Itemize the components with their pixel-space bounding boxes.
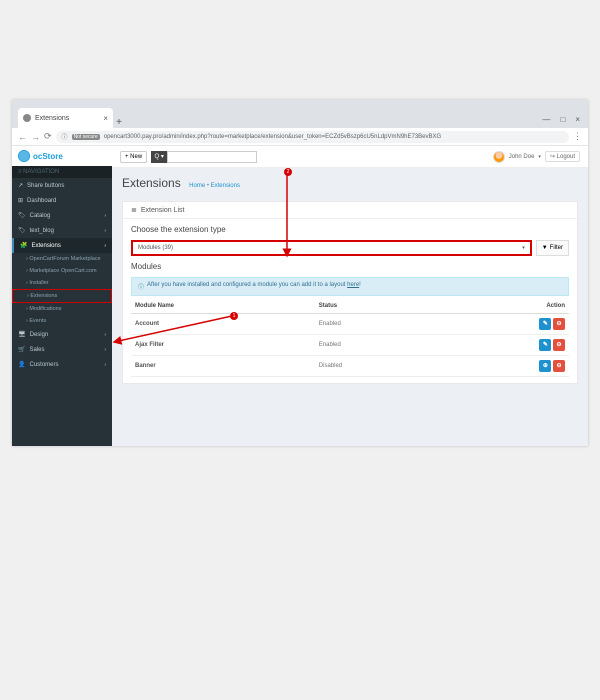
breadcrumb: Home • Extensions [189,183,240,189]
tab-title: Extensions [35,115,69,122]
chevron-right-icon: › [104,228,106,234]
sidebar-item-dashboard[interactable]: ⊞Dashboard [12,193,112,208]
sidebar-sub-marketplace[interactable]: › Marketplace OpenCart.com [12,265,112,277]
sidebar: ocStore ≡ NAVIGATION ↗Share buttons ⊞Das… [12,146,112,446]
info-icon: ⓘ [138,282,144,291]
page-title: Extensions [122,176,181,190]
tag-icon: 🏷 [18,212,26,219]
forward-icon[interactable]: → [31,132,40,142]
window-close-icon[interactable]: × [575,115,580,124]
choose-type-label: Choose the extension type [131,225,569,234]
table-row: Account Enabled ✎ ⊖ [131,314,569,335]
new-button[interactable]: + New [120,151,147,163]
back-icon[interactable]: ← [18,132,27,142]
close-tab-icon[interactable]: × [103,114,108,123]
sidebar-item-design[interactable]: 🖥Design› [12,327,112,342]
table-row: Ajax Filter Enabled ✎ ⊖ [131,335,569,356]
sidebar-item-extensions[interactable]: 🧩Extensions› [12,238,112,253]
sidebar-item-textblog[interactable]: 🏷text_blog› [12,223,112,238]
annotation-step-1: 1 [230,312,238,320]
annotation-step-2: 2 [284,168,292,176]
info-alert: ⓘ After you have installed and configure… [131,277,569,296]
avatar[interactable] [493,151,505,163]
page-header: Extensions Home • Extensions [112,168,588,198]
delete-button[interactable]: ⊖ [553,339,565,351]
sidebar-sub-ocf-marketplace[interactable]: › OpenCartForum Marketplace [12,253,112,265]
browser-address-bar: ← → ⟳ ⓘ Not secure opencart3000.pay.pro/… [12,128,588,146]
chevron-right-icon: › [104,332,106,338]
panel-header: ≣ Extension List [123,202,577,219]
filter-icon: ▼ [542,245,548,251]
list-icon: ≣ [131,206,137,214]
browser-tab-bar: Extensions × + — □ × [12,100,588,128]
browser-tab[interactable]: Extensions × [18,108,113,128]
user-icon: 👤 [18,361,25,368]
logo-icon [18,150,30,162]
chevron-down-icon[interactable]: ▾ [538,154,541,160]
modules-heading: Modules [131,262,569,271]
puzzle-icon: 🧩 [20,242,27,249]
nav-header: ≡ NAVIGATION [12,166,112,178]
chevron-right-icon: › [104,362,106,368]
favicon [23,114,31,122]
tag-icon: 🏷 [18,227,26,234]
chevron-right-icon: › [104,213,106,219]
dashboard-icon: ⊞ [18,197,23,204]
monitor-icon: 🖥 [18,331,26,338]
cart-icon: 🛒 [18,346,25,353]
sidebar-sub-installer[interactable]: › Installer [12,277,112,289]
filter-button[interactable]: ▼ Filter [536,240,569,256]
security-badge: Not secure [72,134,100,140]
sidebar-item-catalog[interactable]: 🏷Catalog› [12,208,112,223]
window-maximize-icon[interactable]: □ [560,115,565,124]
logout-button[interactable]: ↪ Logout [545,151,580,162]
edit-button[interactable]: ✎ [539,318,551,330]
search-button[interactable]: Q ▾ [151,151,167,163]
sidebar-item-customers[interactable]: 👤Customers› [12,357,112,372]
modules-table: Module Name Status Action Account Enable… [131,299,569,377]
window-minimize-icon[interactable]: — [542,115,550,124]
sidebar-sub-extensions[interactable]: › Extensions [12,289,112,303]
extension-panel: ≣ Extension List Choose the extension ty… [122,201,578,384]
new-tab-button[interactable]: + [113,117,125,128]
table-row: Banner Disabled ⊕ ⊖ [131,356,569,377]
chevron-right-icon: › [104,243,106,249]
install-button[interactable]: ⊕ [539,360,551,372]
share-icon: ↗ [18,182,23,189]
sidebar-sub-events[interactable]: › Events [12,315,112,327]
security-icon: ⓘ [62,132,68,141]
url-text: opencart3000.pay.pro/admin/index.php?rou… [104,134,441,140]
sidebar-sub-modifications[interactable]: › Modifications [12,303,112,315]
extension-type-select[interactable]: Modules (39) ▾ [131,240,532,256]
logo-text: ocStore [33,152,63,161]
chevron-down-icon: ▾ [522,245,525,251]
topbar: + New Q ▾ John Doe ▾ ↪ Logout [112,146,588,168]
main-content: + New Q ▾ John Doe ▾ ↪ Logout Extensions… [112,146,588,446]
sidebar-item-sales[interactable]: 🛒Sales› [12,342,112,357]
col-status: Status [315,299,438,314]
col-name[interactable]: Module Name [131,299,315,314]
info-link[interactable]: here [347,282,359,288]
user-name[interactable]: John Doe [509,154,535,160]
app-logo[interactable]: ocStore [12,146,112,166]
chevron-right-icon: › [104,347,106,353]
edit-button[interactable]: ✎ [539,339,551,351]
col-action: Action [437,299,569,314]
sidebar-item-share[interactable]: ↗Share buttons [12,178,112,193]
url-field[interactable]: ⓘ Not secure opencart3000.pay.pro/admin/… [56,131,569,143]
delete-button[interactable]: ⊖ [553,360,565,372]
search-input[interactable] [167,151,257,163]
reload-icon[interactable]: ⟳ [44,131,52,142]
browser-menu-icon[interactable]: ⋮ [573,131,582,142]
delete-button[interactable]: ⊖ [553,318,565,330]
